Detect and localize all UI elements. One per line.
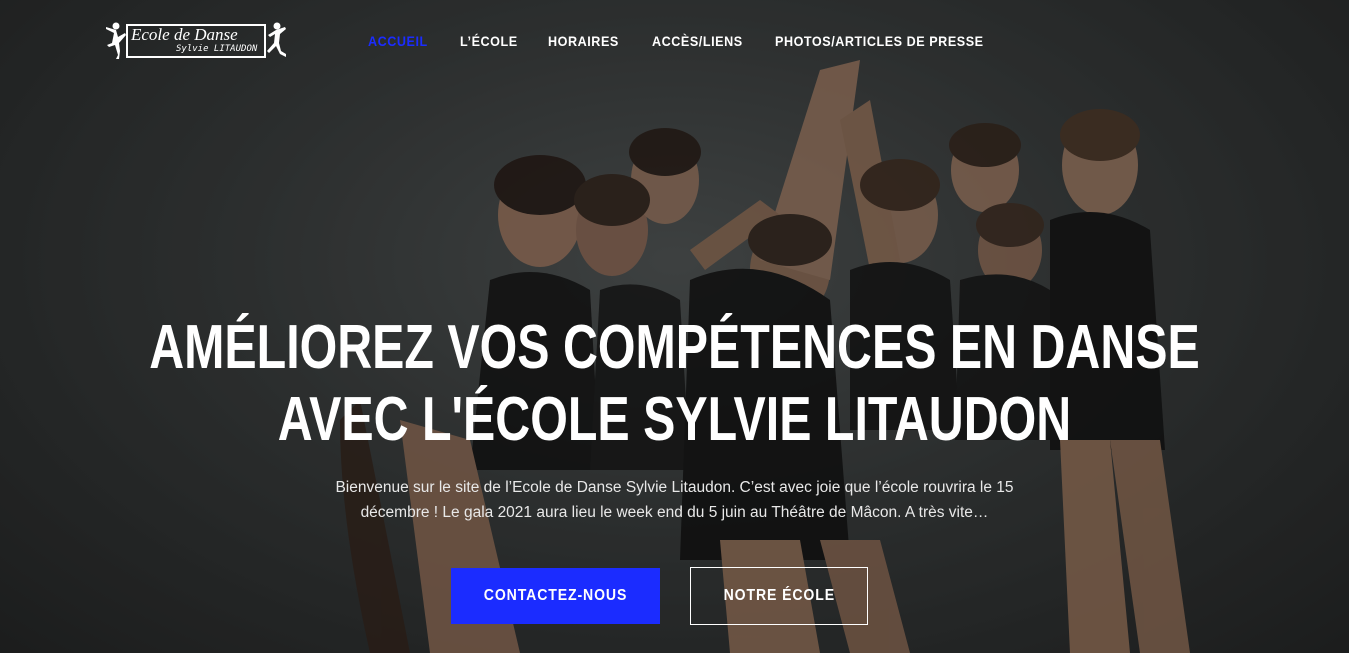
hero-headline-line2: AVEC L'ÉCOLE SYLVIE LITAUDON bbox=[277, 385, 1072, 454]
dancer-icon bbox=[267, 22, 286, 57]
nav-item-accueil[interactable]: ACCUEIL bbox=[368, 33, 451, 53]
contact-button[interactable]: CONTACTEZ-NOUS bbox=[451, 568, 660, 624]
our-school-button-label: NOTRE ÉCOLE bbox=[723, 587, 835, 604]
logo-subtitle: Sylvie LITAUDON bbox=[176, 44, 258, 54]
hero-headline-line1: AMÉLIOREZ VOS COMPÉTENCES EN DANSE bbox=[149, 313, 1200, 382]
hero-section: Ecole de Danse Sylvie LITAUDON ACCUEIL L… bbox=[0, 0, 1349, 653]
nav-item-ecole[interactable]: L’ÉCOLE bbox=[460, 33, 539, 53]
nav-item-acces-liens[interactable]: ACCÈS/LIENS bbox=[652, 33, 763, 53]
hero-intro-text: Bienvenue sur le site de l’Ecole de Dans… bbox=[335, 479, 1014, 521]
main-navigation: ACCUEIL L’ÉCOLE HORAIRES ACCÈS/LIENS PHO… bbox=[368, 33, 985, 53]
nav-item-photos-articles[interactable]: PHOTOS/ARTICLES DE PRESSE bbox=[775, 33, 983, 53]
contact-button-label: CONTACTEZ-NOUS bbox=[483, 587, 628, 604]
site-logo[interactable]: Ecole de Danse Sylvie LITAUDON bbox=[104, 21, 288, 63]
hero-headline: AMÉLIOREZ VOS COMPÉTENCES EN DANSE AVEC … bbox=[0, 312, 1349, 456]
our-school-button[interactable]: NOTRE ÉCOLE bbox=[690, 567, 868, 625]
nav-item-horaires[interactable]: HORAIRES bbox=[548, 33, 642, 53]
dancer-icon bbox=[106, 22, 126, 59]
logo-title: Ecole de Danse bbox=[131, 25, 238, 44]
